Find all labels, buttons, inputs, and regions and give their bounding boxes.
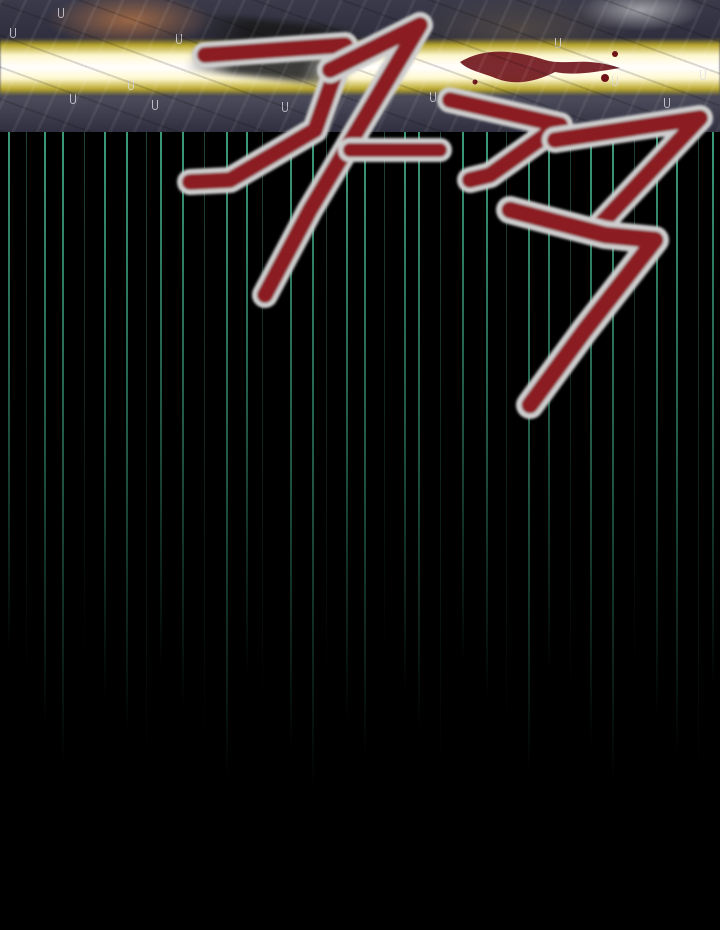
comic-panel: 자작	[0, 0, 720, 930]
sfx-glyph-jak	[437, 87, 713, 419]
sound-effect-text: 자작	[0, 0, 2, 1]
sfx-glyph-ja	[177, 12, 452, 308]
sound-effect: 자작	[0, 0, 713, 419]
